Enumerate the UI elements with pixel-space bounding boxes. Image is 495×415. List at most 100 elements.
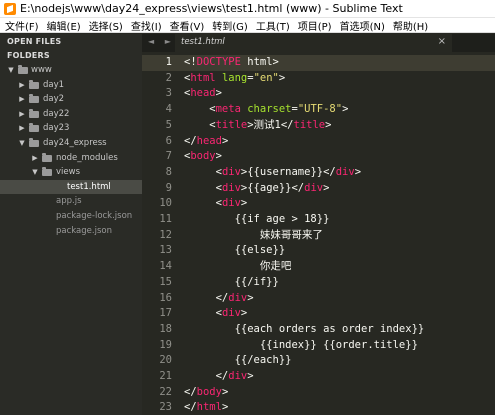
line-number: 1 <box>165 56 172 68</box>
code-line[interactable]: {{each orders as order index}} <box>184 322 425 338</box>
sidebar-item-www[interactable]: ▼ www <box>0 63 142 78</box>
chevron-right-icon: ▶ <box>19 80 25 89</box>
code-line[interactable]: {{/each}} <box>184 353 292 369</box>
sidebar-item-label: day22 <box>43 108 70 119</box>
open-files-header[interactable]: OPEN FILES <box>0 35 142 49</box>
sidebar-item-day2[interactable]: ▶ day2 <box>0 92 142 107</box>
menu-preferences[interactable]: 首选项(N) <box>336 18 389 33</box>
line-number: 8 <box>165 165 172 178</box>
code-line[interactable]: <html lang="en"> <box>184 71 285 87</box>
sidebar-item-node-modules[interactable]: ▶ node_modules <box>0 151 142 166</box>
sidebar-item-day23[interactable]: ▶ day23 <box>0 121 142 136</box>
line-number: 20 <box>159 354 172 367</box>
code-line[interactable]: <head> <box>184 86 222 102</box>
menu-project[interactable]: 项目(P) <box>294 18 336 33</box>
sidebar-item-app-js[interactable]: app.js <box>0 194 142 209</box>
line-number: 13 <box>159 244 172 257</box>
folder-icon <box>29 108 39 118</box>
tab-label: test1.html <box>181 37 225 47</box>
folder-icon <box>29 94 39 104</box>
code-line[interactable]: 妹妹哥哥来了 <box>184 228 323 244</box>
code-line[interactable]: </div> <box>184 369 254 385</box>
code-line[interactable]: <div> <box>184 306 248 322</box>
sidebar-item-label: app.js <box>56 196 82 207</box>
close-icon[interactable]: × <box>438 36 446 47</box>
line-number: 19 <box>159 338 172 351</box>
sidebar-item-label: day23 <box>43 123 70 134</box>
sidebar-item-label: www <box>31 65 52 75</box>
menu-goto[interactable]: 转到(G) <box>208 18 252 33</box>
sidebar-item-label: day2 <box>43 94 65 105</box>
code-line[interactable]: </html> <box>184 400 228 415</box>
sidebar-item-package-json[interactable]: package.json <box>0 224 142 239</box>
code-line[interactable]: <title>测试1</title> <box>184 118 331 134</box>
menu-tools[interactable]: 工具(T) <box>252 18 294 33</box>
code-line[interactable]: </body> <box>184 385 228 401</box>
menu-view[interactable]: 查看(V) <box>166 18 209 33</box>
line-number: 14 <box>159 260 172 273</box>
line-number: 17 <box>159 307 172 320</box>
window-title: E:\nodejs\www\day24_express\views\test1.… <box>20 2 403 15</box>
code-line[interactable]: <div> <box>184 196 248 212</box>
code-line[interactable]: {{else}} <box>184 243 286 259</box>
code-line[interactable]: <div>{{age}}</div> <box>184 181 330 197</box>
chevron-right-icon: ▶ <box>19 95 25 104</box>
line-number: 16 <box>159 291 172 304</box>
sidebar-item-day24-express[interactable]: ▼ day24_express <box>0 136 142 151</box>
code-line[interactable]: </div> <box>184 291 254 307</box>
line-number: 12 <box>159 228 172 241</box>
sidebar-item-test1-html[interactable]: test1.html <box>0 179 142 195</box>
line-number: 5 <box>165 118 172 131</box>
menu-bar: 文件(F) 编辑(E) 选择(S) 查找(I) 查看(V) 转到(G) 工具(T… <box>0 18 495 33</box>
line-number: 18 <box>159 322 172 335</box>
menu-help[interactable]: 帮助(H) <box>389 18 432 33</box>
sidebar-item-day22[interactable]: ▶ day22 <box>0 107 142 122</box>
folder-icon <box>29 79 39 89</box>
code-line[interactable]: <!DOCTYPE html> <box>184 55 279 71</box>
sidebar-item-day1[interactable]: ▶ day1 <box>0 78 142 93</box>
sidebar-item-label: day24_express <box>43 137 107 148</box>
chevron-right-icon: ▶ <box>19 124 25 133</box>
title-bar: E:\nodejs\www\day24_express\views\test1.… <box>0 0 495 18</box>
code-line[interactable]: <div>{{username}}</div> <box>184 165 361 181</box>
line-number: 2 <box>165 71 172 84</box>
chevron-down-icon: ▼ <box>8 66 14 74</box>
sidebar-item-views[interactable]: ▼ views <box>0 165 142 180</box>
code-line[interactable]: {{/if}} <box>184 275 279 291</box>
folder-open-icon <box>42 167 52 177</box>
folder-open-icon <box>18 65 28 74</box>
sidebar-item-label: views <box>56 167 81 178</box>
line-number: 22 <box>159 385 172 398</box>
chevron-down-icon: ▼ <box>19 138 25 147</box>
sidebar-item-package-lock-json[interactable]: package-lock.json <box>0 209 142 224</box>
code-line[interactable]: {{if age > 18}} <box>184 212 330 228</box>
code-line[interactable]: {{index}} {{order.title}} <box>184 338 418 354</box>
folders-header[interactable]: FOLDERS <box>0 49 142 63</box>
sidebar-item-label: test1.html <box>67 181 111 192</box>
sublime-text-icon <box>4 2 16 15</box>
code-editor[interactable]: 1 2 3 4 5 6 7 8 9 10 11 12 13 14 15 16 17 18 19 20 21 22 23 <!… <box>142 52 495 415</box>
code-line[interactable]: <body> <box>184 149 222 165</box>
code-line[interactable]: <meta charset="UTF-8"> <box>184 102 348 118</box>
line-number: 15 <box>159 275 172 288</box>
chevron-right-icon: ▶ <box>32 153 38 162</box>
sidebar-item-label: day1 <box>43 79 65 90</box>
tab-test1-html[interactable]: test1.html × <box>175 34 452 52</box>
sidebar: OPEN FILES FOLDERS ▼ www ▶ day1 ▶ day2 ▶… <box>0 34 142 415</box>
menu-find[interactable]: 查找(I) <box>127 18 166 33</box>
tab-nav-arrows[interactable]: ◄ ► <box>148 37 175 46</box>
line-number: 6 <box>165 134 172 147</box>
line-number: 21 <box>159 370 172 382</box>
line-number-gutter: 1 2 3 4 5 6 7 8 9 10 11 12 13 14 15 16 17 18 19 20 21 22 23 <box>142 52 178 415</box>
code-line[interactable]: 你走吧 <box>184 259 292 275</box>
code-line[interactable]: </head> <box>184 134 228 150</box>
line-number: 9 <box>165 181 172 194</box>
tab-bar: ◄ ► test1.html × <box>142 34 495 52</box>
folder-icon <box>42 152 52 162</box>
menu-edit[interactable]: 编辑(E) <box>43 18 85 33</box>
line-number: 10 <box>159 197 172 210</box>
sidebar-item-label: node_modules <box>56 152 118 163</box>
menu-file[interactable]: 文件(F) <box>0 18 43 33</box>
menu-selection[interactable]: 选择(S) <box>85 18 127 33</box>
line-number: 11 <box>159 213 172 225</box>
